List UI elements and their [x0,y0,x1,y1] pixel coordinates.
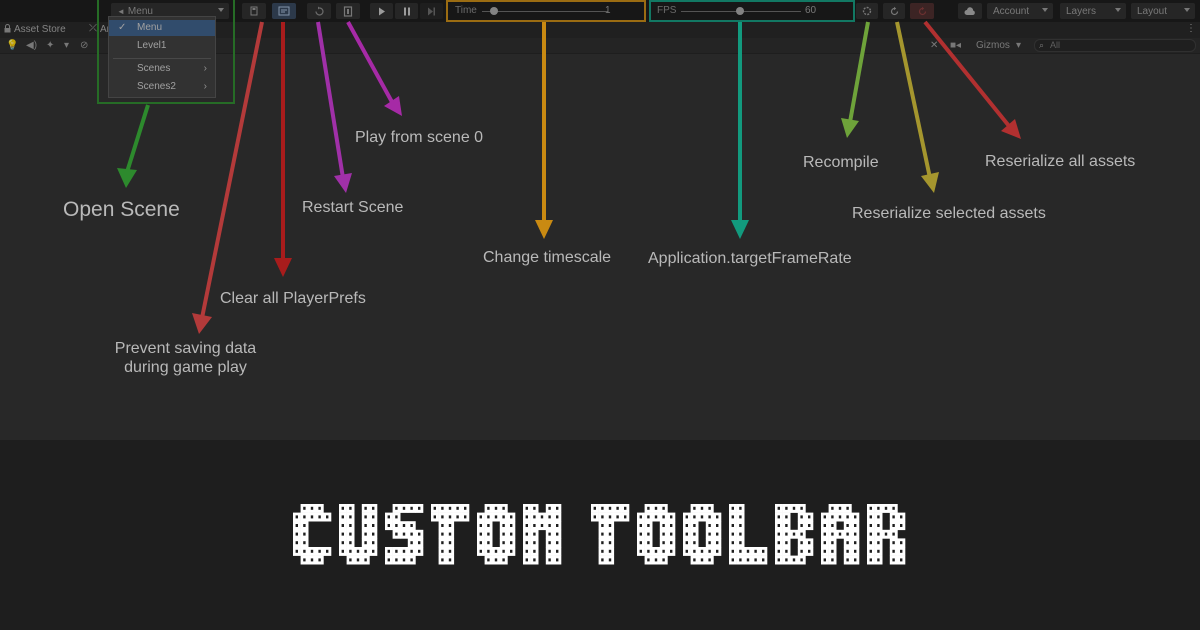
banner-title [293,504,906,565]
banner-letter-o [477,504,516,565]
arrow-framerate [731,22,749,239]
label-open-scene: Open Scene [63,198,180,221]
label-reserialize-selected: Reserialize selected assets [852,205,1046,222]
arrow-prevent-saving [192,21,264,334]
unity-editor-screenshot: ◄ Menu Time 1 FPS 60 Account Layers Layo… [0,0,1200,440]
arrow-clear-playerprefs [274,22,292,277]
banner-letter-b [775,504,814,565]
arrow-play-from-scene0 [346,21,402,116]
banner-letter-t [431,504,470,565]
banner-letter-l [729,504,768,565]
label-play-from-scene0: Play from scene 0 [355,129,484,146]
banner-letter-o [637,504,676,565]
arrow-reserialize-selected [895,21,939,193]
label-prevent-saving: Prevent saving data during game play [108,339,263,377]
banner-title-wrap [0,440,1200,630]
arrow-timescale [535,22,553,239]
label-reserialize-all: Reserialize all assets [985,153,1136,170]
label-prevent-saving-line1: Prevent saving data [114,340,257,357]
label-clear-playerprefs: Clear all PlayerPrefs [220,290,366,307]
label-recompile: Recompile [803,154,879,171]
arrow-reserialize-all [923,20,1021,139]
label-target-framerate: Application.targetFrameRate [648,250,852,267]
banner-letter-r [867,504,906,565]
banner-letter-u [339,504,378,565]
label-change-timescale: Change timescale [483,249,612,266]
arrow-open-scene [117,104,150,188]
banner-letter-s [385,504,424,565]
arrow-recompile [841,21,870,138]
label-prevent-saving-line2: during game play [124,359,247,376]
banner-letter-a [821,504,860,565]
banner-letter-t [591,504,630,565]
banner-letter-c [293,504,332,565]
arrow-restart-scene [316,21,352,193]
banner-letter-o [683,504,722,565]
title-banner [0,440,1200,630]
banner-letter-m [523,504,562,565]
label-restart-scene: Restart Scene [302,199,404,216]
